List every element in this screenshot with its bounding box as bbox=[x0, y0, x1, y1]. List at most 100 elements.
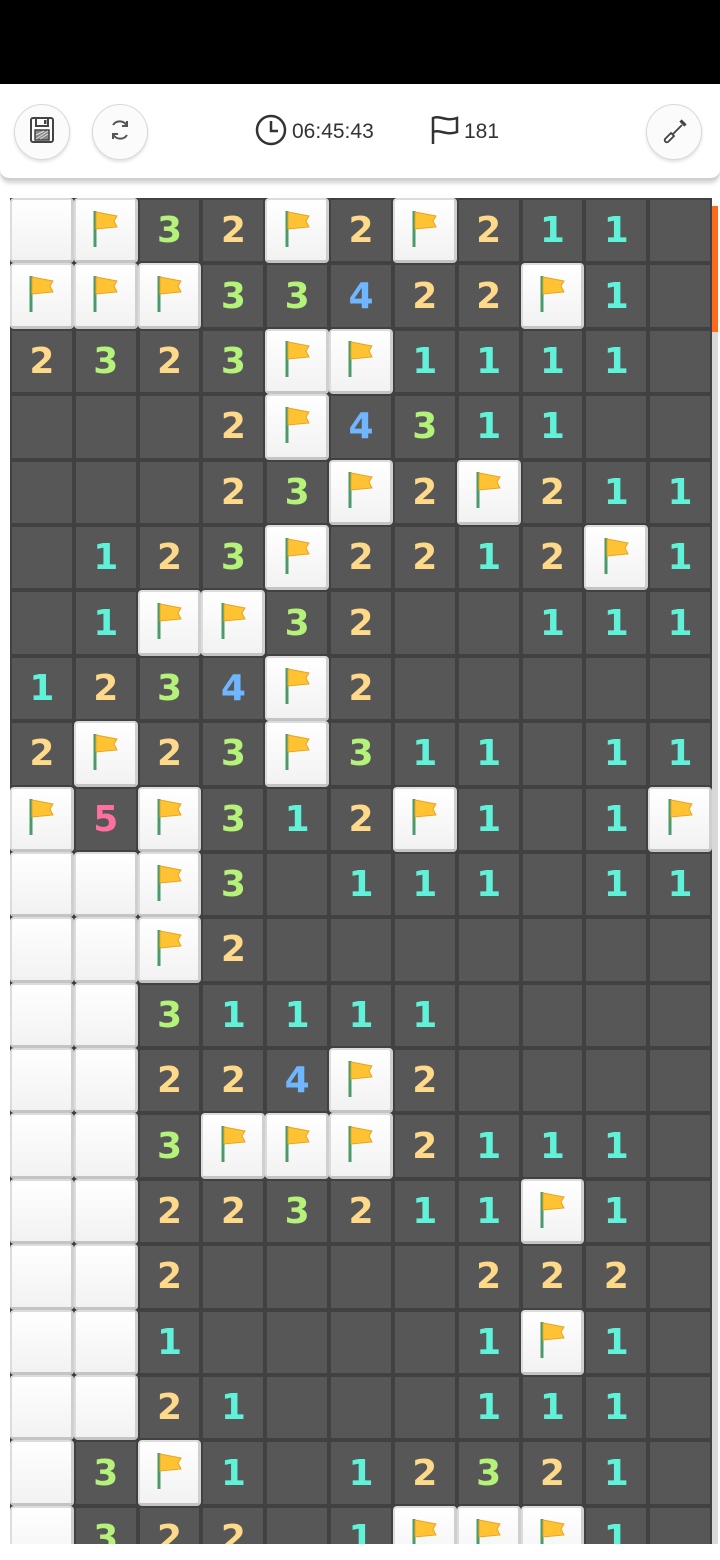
cell-number[interactable]: 2 bbox=[137, 1244, 202, 1310]
cell-number[interactable]: 1 bbox=[392, 851, 457, 918]
cell-covered[interactable] bbox=[73, 1113, 138, 1179]
cell-number[interactable]: 2 bbox=[10, 328, 74, 395]
cell-covered[interactable] bbox=[10, 198, 74, 264]
cell-flagged[interactable] bbox=[265, 394, 330, 460]
cell-empty[interactable] bbox=[265, 1375, 330, 1441]
cell-number[interactable]: 1 bbox=[584, 1309, 649, 1376]
cell-empty[interactable] bbox=[265, 1309, 330, 1376]
cell-flagged[interactable] bbox=[73, 198, 138, 264]
cell-number[interactable]: 2 bbox=[520, 1440, 585, 1506]
cell-number[interactable]: 4 bbox=[201, 655, 266, 722]
cell-number[interactable]: 2 bbox=[329, 524, 393, 591]
cell-covered[interactable] bbox=[10, 851, 74, 918]
restart-button[interactable] bbox=[92, 104, 148, 160]
cell-empty[interactable] bbox=[456, 917, 521, 983]
scrollbar-track[interactable] bbox=[712, 206, 718, 1544]
cell-number[interactable]: 1 bbox=[584, 786, 649, 852]
cell-number[interactable]: 1 bbox=[10, 655, 74, 722]
cell-empty[interactable] bbox=[392, 1244, 457, 1310]
cell-flagged[interactable] bbox=[392, 1505, 457, 1544]
cell-empty[interactable] bbox=[456, 590, 521, 656]
cell-flagged[interactable] bbox=[10, 786, 74, 852]
cell-number[interactable]: 1 bbox=[584, 1440, 649, 1506]
cell-number[interactable]: 1 bbox=[137, 1309, 202, 1376]
cell-empty[interactable] bbox=[520, 786, 585, 852]
cell-flagged[interactable] bbox=[265, 328, 330, 395]
cell-number[interactable]: 2 bbox=[137, 1505, 202, 1544]
cell-empty[interactable] bbox=[201, 1309, 266, 1376]
cell-number[interactable]: 3 bbox=[73, 1440, 138, 1506]
cell-empty[interactable] bbox=[265, 851, 330, 918]
cell-empty[interactable] bbox=[648, 1178, 712, 1245]
cell-number[interactable]: 1 bbox=[456, 1309, 521, 1376]
cell-empty[interactable] bbox=[10, 459, 74, 525]
cell-number[interactable]: 2 bbox=[329, 655, 393, 722]
cell-number[interactable]: 2 bbox=[137, 721, 202, 787]
cell-covered[interactable] bbox=[10, 917, 74, 983]
cell-empty[interactable] bbox=[520, 851, 585, 918]
cell-covered[interactable] bbox=[10, 1113, 74, 1179]
cell-number[interactable]: 1 bbox=[201, 982, 266, 1049]
cell-number[interactable]: 2 bbox=[329, 590, 393, 656]
cell-empty[interactable] bbox=[329, 1244, 393, 1310]
cell-empty[interactable] bbox=[648, 198, 712, 264]
cell-empty[interactable] bbox=[456, 982, 521, 1049]
cell-empty[interactable] bbox=[10, 394, 74, 460]
cell-covered[interactable] bbox=[10, 1178, 74, 1245]
cell-number[interactable]: 3 bbox=[201, 721, 266, 787]
cell-flagged[interactable] bbox=[648, 786, 712, 852]
cell-empty[interactable] bbox=[265, 1505, 330, 1544]
cell-number[interactable]: 2 bbox=[392, 263, 457, 329]
cell-number[interactable]: 1 bbox=[456, 786, 521, 852]
cell-number[interactable]: 3 bbox=[137, 655, 202, 722]
cell-empty[interactable] bbox=[584, 982, 649, 1049]
cell-covered[interactable] bbox=[73, 982, 138, 1049]
cell-covered[interactable] bbox=[73, 1244, 138, 1310]
cell-number[interactable]: 1 bbox=[392, 721, 457, 787]
cell-covered[interactable] bbox=[10, 1375, 74, 1441]
cell-flagged[interactable] bbox=[73, 721, 138, 787]
cell-number[interactable]: 3 bbox=[201, 524, 266, 591]
cell-number[interactable]: 2 bbox=[456, 198, 521, 264]
cell-number[interactable]: 2 bbox=[201, 459, 266, 525]
cell-flagged[interactable] bbox=[137, 590, 202, 656]
cell-empty[interactable] bbox=[10, 524, 74, 591]
cell-number[interactable]: 2 bbox=[201, 1178, 266, 1245]
cell-number[interactable]: 1 bbox=[584, 459, 649, 525]
cell-flagged[interactable] bbox=[329, 1113, 393, 1179]
cell-number[interactable]: 1 bbox=[392, 328, 457, 395]
cell-flagged[interactable] bbox=[137, 917, 202, 983]
cell-number[interactable]: 2 bbox=[584, 1244, 649, 1310]
cell-number[interactable]: 2 bbox=[201, 198, 266, 264]
cell-number[interactable]: 1 bbox=[329, 851, 393, 918]
cell-flagged[interactable] bbox=[201, 590, 266, 656]
cell-number[interactable]: 1 bbox=[584, 1375, 649, 1441]
cell-flagged[interactable] bbox=[265, 721, 330, 787]
cell-flagged[interactable] bbox=[329, 328, 393, 395]
cell-number[interactable]: 1 bbox=[329, 1505, 393, 1544]
cell-number[interactable]: 5 bbox=[73, 786, 138, 852]
cell-number[interactable]: 3 bbox=[201, 328, 266, 395]
cell-empty[interactable] bbox=[329, 1375, 393, 1441]
cell-empty[interactable] bbox=[648, 1440, 712, 1506]
cell-number[interactable]: 3 bbox=[329, 721, 393, 787]
cell-number[interactable]: 1 bbox=[456, 524, 521, 591]
cell-flagged[interactable] bbox=[329, 459, 393, 525]
cell-covered[interactable] bbox=[10, 1309, 74, 1376]
cell-empty[interactable] bbox=[648, 1113, 712, 1179]
cell-empty[interactable] bbox=[584, 655, 649, 722]
cell-number[interactable]: 1 bbox=[73, 590, 138, 656]
cell-number[interactable]: 1 bbox=[584, 1113, 649, 1179]
cell-number[interactable]: 3 bbox=[265, 459, 330, 525]
cell-flagged[interactable] bbox=[392, 786, 457, 852]
cell-covered[interactable] bbox=[73, 851, 138, 918]
cell-number[interactable]: 2 bbox=[392, 524, 457, 591]
cell-number[interactable]: 1 bbox=[584, 263, 649, 329]
cell-number[interactable]: 1 bbox=[584, 590, 649, 656]
cell-number[interactable]: 1 bbox=[201, 1440, 266, 1506]
cell-number[interactable]: 3 bbox=[201, 263, 266, 329]
cell-flagged[interactable] bbox=[265, 198, 330, 264]
cell-number[interactable]: 2 bbox=[137, 328, 202, 395]
cell-number[interactable]: 1 bbox=[456, 1375, 521, 1441]
cell-empty[interactable] bbox=[392, 1309, 457, 1376]
